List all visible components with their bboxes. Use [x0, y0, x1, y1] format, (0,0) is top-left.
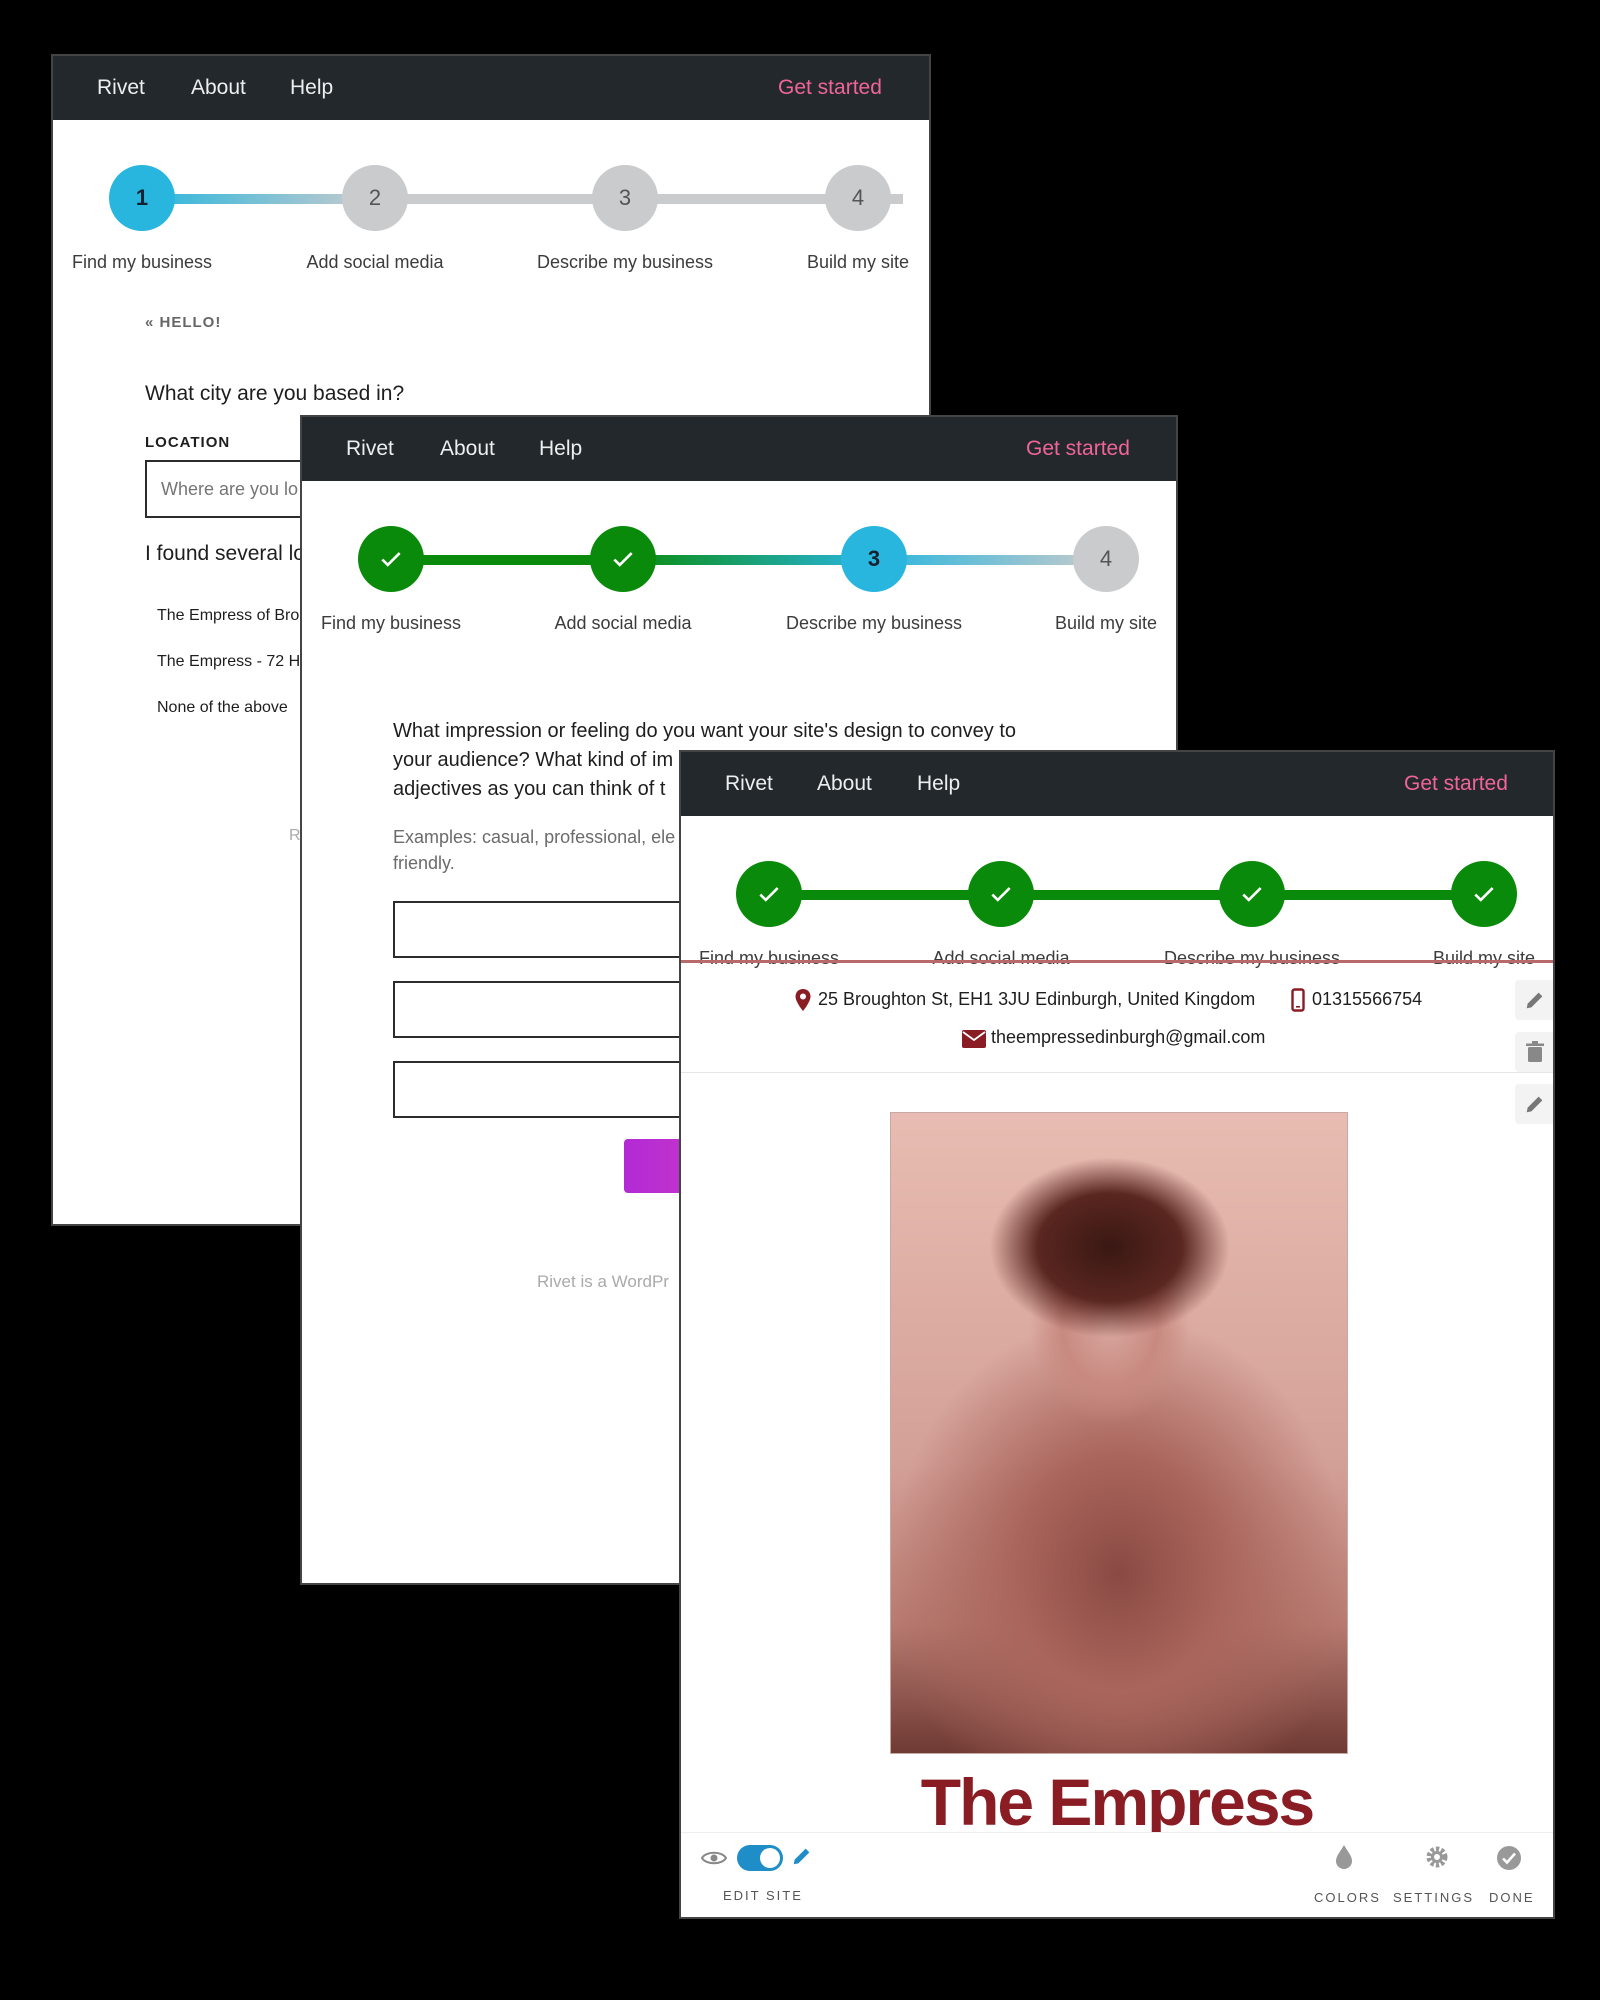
impression-question-line-3: adjectives as you can think of t — [393, 778, 666, 800]
step-1-label: Find my business — [71, 252, 213, 272]
step-3-label: Describe my business — [536, 252, 714, 272]
get-started-link[interactable]: Get started — [778, 56, 882, 120]
city-question: What city are you based in? — [145, 382, 405, 405]
step-2-label: Add social media — [306, 252, 444, 272]
step-3-label: Describe my business — [1163, 948, 1341, 968]
map-pin-icon — [795, 989, 811, 1011]
hero-portrait-image — [890, 1112, 1348, 1754]
edit-site-toggle[interactable] — [737, 1845, 783, 1871]
nav-about-link[interactable]: About — [440, 417, 495, 481]
nav-about-link[interactable]: About — [191, 56, 246, 120]
progress-stepper: Find my business Add social media Descri… — [681, 816, 1553, 968]
step-4-circle[interactable]: 4 — [1073, 526, 1139, 592]
location-label: LOCATION — [145, 434, 231, 451]
step-1-circle[interactable]: 1 — [109, 165, 175, 231]
step-connector — [623, 555, 874, 565]
settings-button[interactable]: SETTINGS — [1393, 1890, 1474, 1905]
step-4-label: Build my site — [806, 252, 910, 272]
check-icon — [759, 887, 779, 902]
step-connector — [142, 194, 375, 204]
navbar: Rivet About Help Get started — [53, 56, 929, 120]
check-circle-icon[interactable] — [1496, 1845, 1522, 1871]
business-phone: 01315566754 — [1312, 989, 1423, 1009]
step-3-check-circle[interactable] — [1219, 861, 1285, 927]
impression-question-line-1: What impression or feeling do you want y… — [393, 720, 1017, 742]
business-email: theempressedinburgh@gmail.com — [991, 1027, 1266, 1047]
step-1-label: Find my business — [698, 948, 840, 968]
step-1-check-circle[interactable] — [358, 526, 424, 592]
step-4-label: Build my site — [1432, 948, 1536, 968]
business-address: 25 Broughton St, EH1 3JU Edinburgh, Unit… — [818, 989, 1256, 1009]
edit-image-button[interactable] — [1515, 1084, 1553, 1124]
check-icon — [1474, 887, 1494, 902]
nav-help-link[interactable]: Help — [917, 752, 960, 816]
step-2-label: Add social media — [554, 613, 692, 633]
gear-icon[interactable] — [1425, 1845, 1449, 1869]
nav-brand-link[interactable]: Rivet — [725, 752, 773, 816]
window-build-my-site: Rivet About Help Get started Find my bus… — [679, 750, 1555, 1919]
step-connector — [769, 890, 1484, 900]
pencil-icon — [1526, 992, 1543, 1009]
step-3-label: Describe my business — [785, 613, 963, 633]
footer-text: Rivet is a WordPr — [537, 1272, 669, 1291]
email-icon — [962, 1030, 986, 1048]
progress-stepper: 1 2 3 4 Find my business Add social medi… — [53, 120, 929, 272]
step-connector — [874, 555, 1106, 565]
pencil-icon — [1526, 1096, 1543, 1113]
step-1-check-circle[interactable] — [736, 861, 802, 927]
delete-block-button[interactable] — [1515, 1032, 1553, 1072]
check-icon — [1242, 887, 1262, 902]
step-connector — [391, 555, 623, 565]
step-4-check-circle[interactable] — [1451, 861, 1517, 927]
header-divider — [681, 960, 1553, 963]
step-4-label: Build my site — [1054, 613, 1158, 633]
step-2-circle[interactable]: 2 — [342, 165, 408, 231]
step-2-label: Add social media — [932, 948, 1070, 968]
back-link[interactable]: « HELLO! — [145, 314, 221, 331]
step-2-check-circle[interactable] — [590, 526, 656, 592]
contact-divider — [681, 1072, 1553, 1073]
site-title: The Empress — [920, 1765, 1316, 1839]
get-started-link[interactable]: Get started — [1404, 752, 1508, 816]
found-locations-text: I found several lo — [145, 542, 305, 565]
nav-brand-link[interactable]: Rivet — [346, 417, 394, 481]
step-2-check-circle[interactable] — [968, 861, 1034, 927]
step-4-circle[interactable]: 4 — [825, 165, 891, 231]
step-3-circle[interactable]: 3 — [592, 165, 658, 231]
eye-icon[interactable] — [701, 1849, 727, 1867]
colors-button[interactable]: COLORS — [1314, 1890, 1381, 1905]
phone-icon — [1291, 988, 1305, 1012]
nav-about-link[interactable]: About — [817, 752, 872, 816]
navbar: Rivet About Help Get started — [681, 752, 1553, 816]
nav-brand-link[interactable]: Rivet — [97, 56, 145, 120]
editor-toolbar: EDIT SITE COLORS SETTINGS DONE — [681, 1832, 1553, 1917]
edit-contact-button[interactable] — [1515, 980, 1553, 1020]
examples-hint-line-2: friendly. — [393, 853, 455, 873]
location-option-none[interactable]: None of the above — [157, 699, 288, 717]
get-started-link[interactable]: Get started — [1026, 417, 1130, 481]
nav-help-link[interactable]: Help — [539, 417, 582, 481]
check-icon — [613, 552, 633, 567]
examples-hint-line-1: Examples: casual, professional, ele — [393, 827, 676, 847]
toggle-knob — [760, 1848, 780, 1868]
navbar: Rivet About Help Get started — [302, 417, 1176, 481]
step-1-label: Find my business — [320, 613, 462, 633]
trash-icon — [1526, 1041, 1544, 1062]
drop-icon[interactable] — [1333, 1843, 1355, 1871]
location-option[interactable]: The Empress - 72 H — [157, 653, 300, 671]
done-button[interactable]: DONE — [1489, 1890, 1535, 1905]
check-icon — [991, 887, 1011, 902]
nav-help-link[interactable]: Help — [290, 56, 333, 120]
location-option[interactable]: The Empress of Bro — [157, 607, 299, 625]
impression-question-line-2: your audience? What kind of im — [393, 749, 674, 771]
edit-site-label: EDIT SITE — [723, 1888, 803, 1903]
check-icon — [381, 552, 401, 567]
footer-text: R — [289, 827, 301, 844]
progress-stepper: 3 4 Find my business Add social media De… — [302, 481, 1176, 633]
pencil-icon[interactable] — [791, 1845, 813, 1867]
step-3-circle[interactable]: 3 — [841, 526, 907, 592]
